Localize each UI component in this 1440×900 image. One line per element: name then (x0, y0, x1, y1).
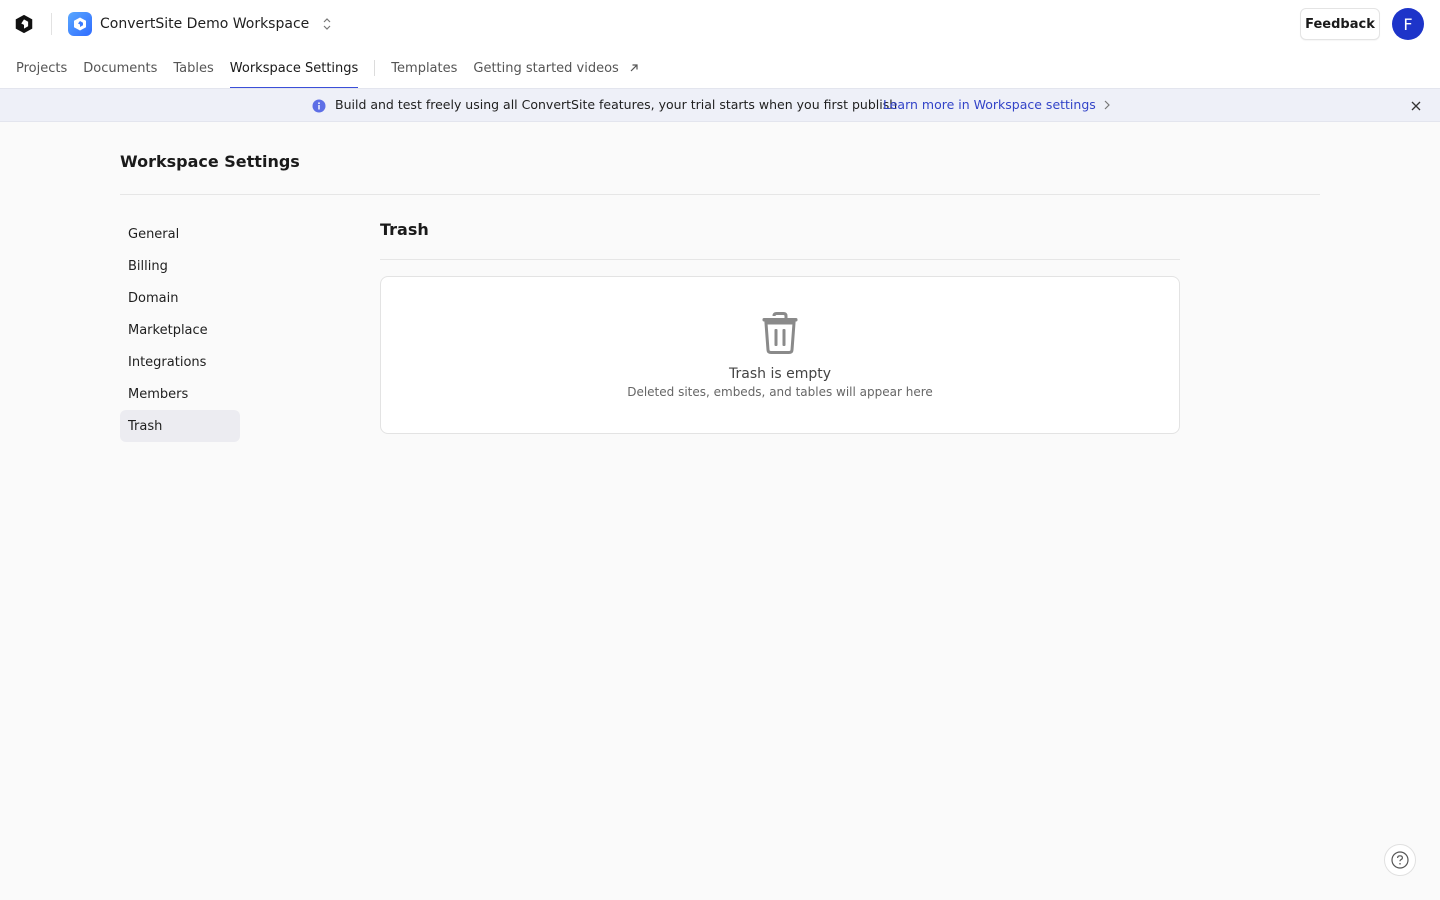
close-icon[interactable] (1408, 98, 1424, 114)
banner-link-label: Learn more in Workspace settings (883, 97, 1096, 112)
settings-sidebar: General Billing Domain Marketplace Integ… (120, 218, 240, 442)
nav-divider (374, 60, 376, 76)
app-logo-icon[interactable] (12, 12, 36, 36)
empty-subtitle: Deleted sites, embeds, and tables will a… (627, 385, 933, 399)
avatar[interactable]: F (1392, 8, 1424, 40)
question-icon (1391, 851, 1409, 869)
chevron-right-icon (1104, 100, 1110, 110)
sidebar-item-trash[interactable]: Trash (120, 410, 240, 442)
page-title: Workspace Settings (120, 152, 300, 171)
trash-icon (761, 312, 799, 354)
header-divider (51, 13, 52, 35)
banner-learn-more-link[interactable]: Learn more in Workspace settings (883, 97, 1110, 112)
section-title: Trash (380, 220, 429, 239)
external-link-icon (629, 63, 639, 73)
tab-templates[interactable]: Templates (391, 48, 457, 88)
banner-message: Build and test freely using all ConvertS… (335, 97, 898, 112)
tab-documents[interactable]: Documents (83, 48, 157, 88)
sidebar-item-marketplace[interactable]: Marketplace (120, 314, 240, 346)
tab-tables[interactable]: Tables (173, 48, 213, 88)
chevron-up-down-icon (321, 17, 333, 31)
workspace-icon (68, 12, 92, 36)
sidebar-item-members[interactable]: Members (120, 378, 240, 410)
main-nav: Projects Documents Tables Workspace Sett… (16, 48, 655, 88)
tab-workspace-settings[interactable]: Workspace Settings (229, 48, 358, 88)
tab-projects[interactable]: Projects (16, 48, 67, 88)
trial-banner: Build and test freely using all ConvertS… (0, 88, 1440, 122)
page-divider (120, 194, 1320, 195)
top-header: ConvertSite Demo Workspace Feedback F Pr… (0, 0, 1440, 88)
empty-title: Trash is empty (729, 366, 831, 382)
link-getting-started-videos[interactable]: Getting started videos (473, 48, 638, 88)
info-icon (312, 98, 326, 113)
section-divider (380, 259, 1180, 260)
sidebar-item-integrations[interactable]: Integrations (120, 346, 240, 378)
workspace-switcher[interactable]: ConvertSite Demo Workspace (68, 12, 333, 36)
workspace-name: ConvertSite Demo Workspace (100, 16, 310, 32)
getting-started-label: Getting started videos (473, 60, 619, 76)
sidebar-item-billing[interactable]: Billing (120, 250, 240, 282)
help-button[interactable] (1384, 844, 1416, 876)
sidebar-item-domain[interactable]: Domain (120, 282, 240, 314)
feedback-button[interactable]: Feedback (1300, 8, 1380, 40)
sidebar-item-general[interactable]: General (120, 218, 240, 250)
trash-empty-state: Trash is empty Deleted sites, embeds, an… (380, 276, 1180, 434)
